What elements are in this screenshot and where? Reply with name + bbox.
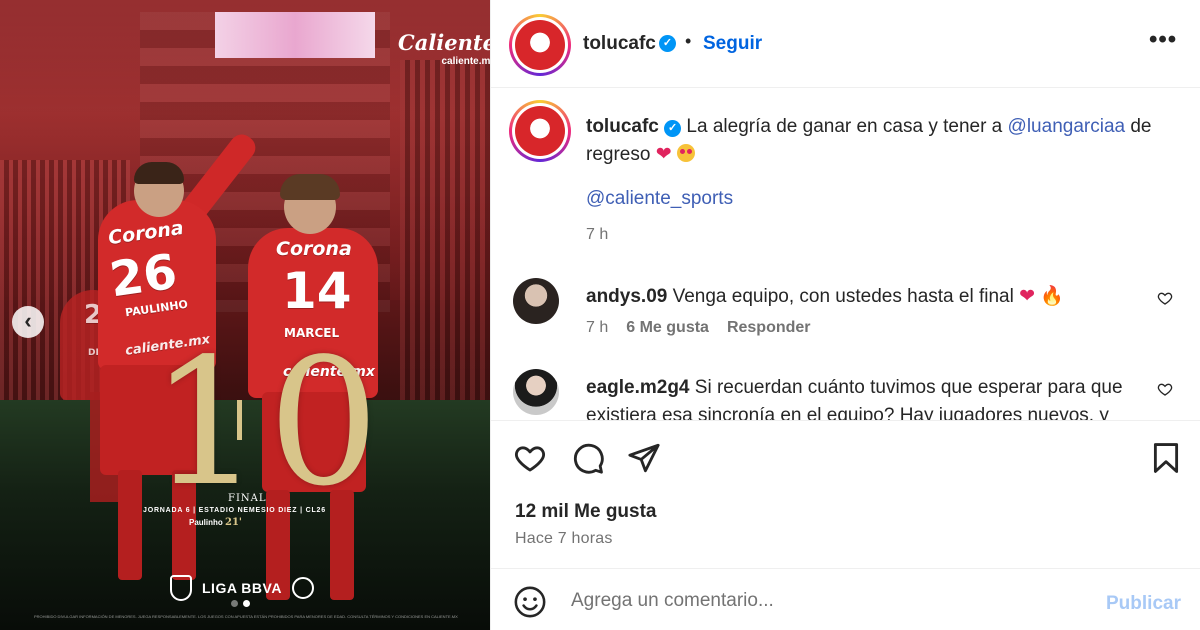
carousel-dots xyxy=(231,600,250,607)
player-b-number: 14 xyxy=(282,262,352,320)
follow-button[interactable]: Seguir xyxy=(703,33,762,55)
caption-text: tolucafc ✓ La alegría de ganar en casa y… xyxy=(586,113,1176,169)
verified-badge-icon: ✓ xyxy=(659,35,676,52)
post-detail-panel: tolucafc ✓ • Seguir ••• tolucafc ✓ La al… xyxy=(490,0,1200,630)
stadium-screen xyxy=(215,12,375,58)
comments-list[interactable]: tolucafc ✓ La alegría de ganar en casa y… xyxy=(491,88,1200,420)
club-crest-icon xyxy=(515,20,565,70)
comment-body: Venga equipo, con ustedes hasta el final xyxy=(672,286,1014,307)
player-a-hair xyxy=(134,162,184,184)
comment-text: andys.09 Venga equipo, con ustedes hasta… xyxy=(586,283,1156,311)
league-logos: LIGA BBVA xyxy=(170,575,314,601)
comment-heart-icon[interactable] xyxy=(1157,381,1173,397)
caption-mention[interactable]: @luangarciaa xyxy=(1008,116,1126,137)
player-b-jersey-sponsor: Corona xyxy=(276,238,352,260)
comment-likes[interactable]: 6 Me gusta xyxy=(626,319,709,337)
publish-button[interactable]: Publicar xyxy=(1106,593,1181,615)
comment-time: 7 h xyxy=(586,319,609,336)
comment-bubble-icon[interactable] xyxy=(571,441,605,475)
heart-emoji-icon: ❤ xyxy=(1019,286,1036,307)
author-username[interactable]: tolucafc xyxy=(583,33,656,55)
comment-heart-icon[interactable] xyxy=(1157,290,1173,306)
league-logo: LIGA BBVA xyxy=(202,580,282,596)
comment-composer: Publicar xyxy=(491,568,1200,630)
smiley-icon[interactable] xyxy=(513,585,547,619)
caption-time: 7 h xyxy=(586,226,609,243)
heart-icon[interactable] xyxy=(513,441,547,475)
carousel-dot[interactable] xyxy=(231,600,238,607)
seal-icon xyxy=(291,577,314,599)
player-a-number: 26 xyxy=(106,243,181,309)
sponsor-site: caliente.mx xyxy=(441,56,490,67)
chevron-left-icon: ‹ xyxy=(24,308,32,333)
player-b-hair xyxy=(280,174,340,200)
caption-body-start: La alegría de ganar en casa y tener a xyxy=(686,116,1003,137)
scorer-minute: 21' xyxy=(225,517,242,528)
sponsor-logo: Caliente caliente.mx xyxy=(398,30,490,67)
score-away: 0 xyxy=(268,322,380,525)
caption-sponsor-mention[interactable]: @caliente_sports xyxy=(586,188,733,210)
paper-plane-icon[interactable] xyxy=(627,441,661,475)
match-status: FINAL xyxy=(228,493,267,504)
score-home: 1 xyxy=(150,322,262,525)
caption-username[interactable]: tolucafc xyxy=(586,116,659,137)
author-avatar[interactable] xyxy=(509,14,571,76)
fire-emoji-icon: 🔥 xyxy=(1040,286,1064,307)
carousel-prev-button[interactable]: ‹ xyxy=(12,306,44,338)
crowd-right xyxy=(400,60,490,400)
carousel-dot[interactable] xyxy=(243,600,250,607)
club-crest-icon xyxy=(170,575,192,601)
player-a-leg xyxy=(118,470,142,580)
comment-input[interactable] xyxy=(571,585,1091,617)
caption-avatar[interactable] xyxy=(509,100,571,162)
header-separator: • xyxy=(685,31,692,51)
verified-badge-icon: ✓ xyxy=(664,120,682,137)
reply-button[interactable]: Responder xyxy=(727,319,811,337)
comment-username[interactable]: andys.09 xyxy=(586,286,667,307)
posted-time: Hace 7 horas xyxy=(515,530,613,547)
comment-meta: 7 h 6 Me gusta Responder xyxy=(586,319,811,337)
commenter-avatar[interactable] xyxy=(513,369,559,415)
match-info: JORNADA 6 | ESTADIO NEMESIO DIEZ | CL26 xyxy=(143,507,326,514)
likes-count[interactable]: 12 mil Me gusta xyxy=(515,501,657,523)
comment-text: eagle.m2g4 Si recuerdan cuánto tuvimos q… xyxy=(586,374,1156,420)
post-actions: 12 mil Me gusta Hace 7 horas xyxy=(491,420,1200,568)
scorer-name: Paulinho xyxy=(189,518,223,527)
comment-username[interactable]: eagle.m2g4 xyxy=(586,377,690,398)
sponsor-brand: Caliente xyxy=(398,30,490,55)
score-separator xyxy=(237,400,242,440)
more-options-icon[interactable]: ••• xyxy=(1149,26,1177,54)
legal-disclaimer: PROHIBIDO DIVULGAR INFORMACIÓN DE MENORE… xyxy=(34,614,458,619)
goal-scorer: Paulinho 21' xyxy=(189,517,242,528)
heart-emoji-icon: ❤ xyxy=(655,144,672,165)
commenter-avatar[interactable] xyxy=(513,278,559,324)
heart-eyes-emoji-icon xyxy=(676,144,695,162)
bookmark-icon[interactable] xyxy=(1149,441,1183,475)
post-header: tolucafc ✓ • Seguir ••• xyxy=(491,0,1200,88)
post-media[interactable]: 2 DIAZ PR Corona 26 PAULINHO caliente.mx… xyxy=(0,0,490,630)
club-crest-icon xyxy=(515,106,565,156)
